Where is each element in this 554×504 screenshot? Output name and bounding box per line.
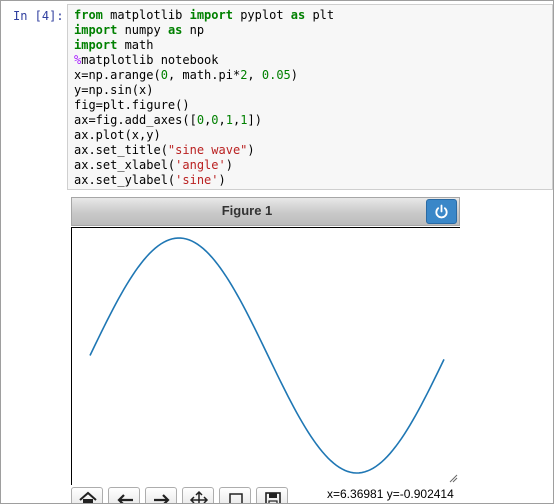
code-token: import	[189, 8, 233, 22]
code-token: ax.set_title(	[74, 143, 168, 157]
code-token: import	[74, 23, 118, 37]
code-line: y=np.sin(x)	[74, 83, 334, 98]
code-token: matplotlib	[102, 8, 190, 22]
back-arrow-button[interactable]	[108, 487, 140, 503]
figure-titlebar: Figure 1	[71, 197, 460, 226]
code-token: ax.plot(x,y)	[74, 128, 161, 142]
code-token: )	[290, 68, 299, 82]
code-token: ax.set_ylabel(	[74, 173, 176, 187]
code-line: import math	[74, 38, 334, 53]
code-token: 0	[160, 68, 168, 82]
code-token: )	[247, 143, 255, 157]
code-line: %matplotlib notebook	[74, 53, 334, 68]
code-token: as	[167, 23, 183, 37]
code-line: fig=plt.figure()	[74, 98, 334, 113]
resize-grip-icon[interactable]	[449, 474, 458, 483]
series-line	[89, 237, 445, 474]
code-token: ,	[218, 113, 226, 127]
forward-arrow-icon	[154, 494, 170, 503]
code-token: ax=fig.add_axes([	[74, 113, 197, 127]
power-icon	[435, 204, 448, 219]
code-line: x=np.arange(0, math.pi*2, 0.05)	[74, 68, 334, 83]
code-token: 0	[196, 113, 205, 127]
code-token: y=np.sin(x)	[74, 83, 154, 97]
save-disk-button[interactable]	[256, 487, 288, 503]
code-token: , math.pi*	[167, 68, 241, 82]
notebook-frame: In [4]: from matplotlib import pyplot as…	[0, 0, 554, 504]
pan-move-icon	[189, 490, 209, 503]
code-token: "sine wave"	[167, 143, 248, 157]
code-line: from matplotlib import pyplot as plt	[74, 8, 334, 23]
cursor-coords: x=6.36981 y=-0.902414	[327, 487, 454, 501]
close-figure-button[interactable]	[426, 199, 457, 224]
home-button[interactable]	[71, 487, 103, 503]
back-arrow-icon	[117, 494, 133, 503]
zoom-rect-icon	[229, 493, 243, 503]
code-token: numpy	[117, 23, 168, 37]
code-token: ax.set_xlabel(	[74, 158, 176, 172]
code-line: import numpy as np	[74, 23, 334, 38]
code-token: 1	[225, 113, 233, 127]
code-token: ,	[247, 68, 262, 82]
cell-prompt: In [4]:	[13, 9, 64, 23]
code-line: ax.plot(x,y)	[74, 128, 334, 143]
figure-title: Figure 1	[221, 203, 273, 218]
code-line: ax=fig.add_axes([0,0,1,1])	[74, 113, 334, 128]
code-line: ax.set_ylabel('sine')	[74, 173, 334, 188]
code-token: ])	[247, 113, 262, 127]
code-token: 'angle'	[175, 158, 226, 172]
code-token: 0	[211, 113, 219, 127]
code-line: ax.set_title("sine wave")	[74, 143, 334, 158]
code-cell[interactable]: from matplotlib import pyplot as plt impo…	[67, 4, 553, 190]
code-token: 0.05	[261, 68, 291, 82]
code-line: ax.set_xlabel('angle')	[74, 158, 334, 173]
code-token: math	[117, 38, 154, 52]
figure-toolbar	[71, 487, 311, 503]
code-editor[interactable]: from matplotlib import pyplot as plt impo…	[74, 8, 334, 188]
zoom-rect-button[interactable]	[219, 487, 251, 503]
code-token: )	[218, 173, 226, 187]
save-disk-icon	[265, 492, 281, 503]
sine-plot	[89, 237, 458, 483]
code-token: import	[74, 38, 118, 52]
code-token: x=np.arange(	[74, 68, 161, 82]
code-token: )	[225, 158, 233, 172]
code-token: 'sine'	[175, 173, 219, 187]
forward-arrow-button[interactable]	[145, 487, 177, 503]
code-token: matplotlib notebook	[81, 53, 219, 67]
code-token: fig=plt.figure()	[74, 98, 190, 112]
home-icon	[79, 491, 97, 503]
figure-canvas[interactable]	[71, 227, 460, 485]
pan-move-button[interactable]	[182, 487, 214, 503]
code-token: as	[290, 8, 306, 22]
code-token: pyplot	[232, 8, 291, 22]
code-token: plt	[305, 8, 335, 22]
code-token: from	[74, 8, 103, 22]
code-token: np	[182, 23, 205, 37]
